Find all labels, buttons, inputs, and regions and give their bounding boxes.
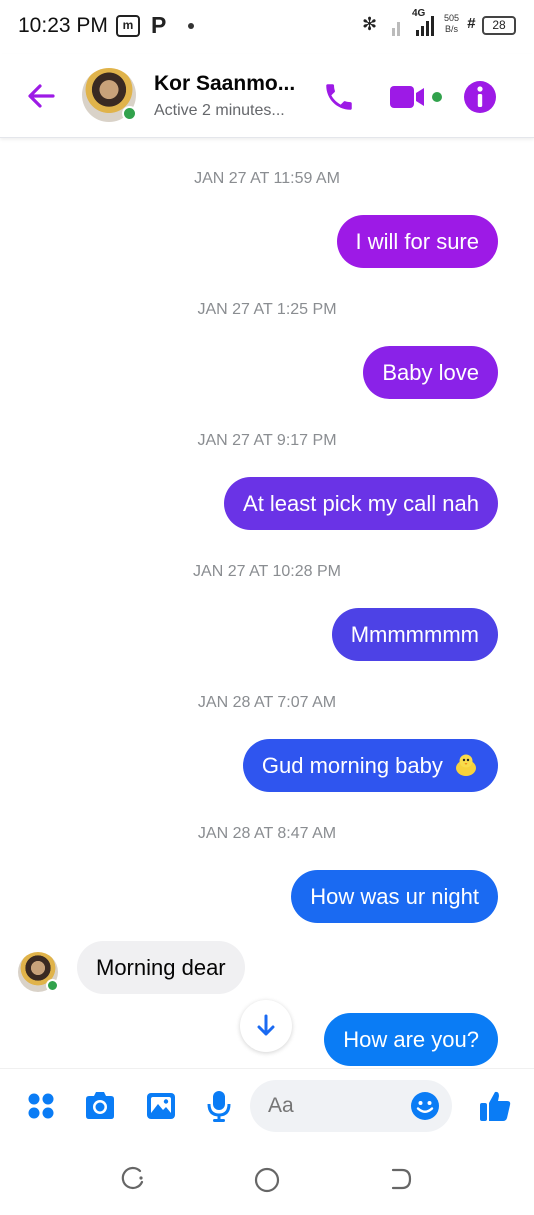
message-input-pill [250,1080,452,1132]
bluetooth-icon: ✻ [362,14,378,34]
gallery-icon[interactable] [145,1091,177,1121]
message-input[interactable] [268,1080,408,1132]
status-bar: 10:23 PM m P ✻ 4G 505 B/s # 28 [0,0,534,54]
emoji-icon[interactable] [410,1091,440,1121]
more-notifications-dot-icon [188,23,194,29]
video-camera-icon[interactable] [388,84,444,110]
outgoing-message[interactable]: Baby love [363,346,498,399]
system-navigation-bar [0,1146,534,1215]
camera-icon[interactable] [83,1091,117,1121]
outgoing-message[interactable]: How are you? [324,1013,498,1066]
microphone-icon[interactable] [205,1089,233,1123]
outgoing-message[interactable]: Gud morning baby [242,739,498,792]
scroll-to-bottom-button[interactable] [240,1000,292,1052]
arrow-down-icon [257,1014,275,1036]
thumbs-up-icon[interactable] [478,1089,512,1123]
parking-notification-icon: P [151,12,167,38]
info-icon[interactable] [463,80,497,114]
online-indicator [46,979,59,992]
outgoing-message[interactable]: At least pick my call nah [224,477,498,530]
message-timestamp: JAN 27 AT 1:25 PM [197,301,337,318]
hotspot-icon: # [467,15,476,32]
message-timestamp: JAN 27 AT 11:59 AM [194,170,340,187]
incoming-message[interactable]: Morning dear [77,941,245,994]
notification-app-icon: m [116,15,140,37]
outgoing-message[interactable]: How was ur night [291,870,498,923]
chat-header: Kor Saanmo... Active 2 minutes... [0,54,534,138]
online-indicator [122,106,137,121]
network-speed-unit: B/s [445,24,459,34]
contact-status: Active 2 minutes... [154,102,285,119]
contact-name[interactable]: Kor Saanmo... [154,72,295,96]
back-arrow-icon[interactable] [25,80,57,112]
network-speed: 505 B/s [444,13,459,35]
network-type-label: 4G [412,8,426,19]
message-timestamp: JAN 28 AT 7:07 AM [197,694,337,711]
network-speed-value: 505 [444,13,460,23]
contact-avatar[interactable] [82,68,137,122]
battery-icon: 28 [482,16,516,35]
apps-icon[interactable] [27,1092,55,1120]
message-composer [0,1068,534,1146]
message-text: Gud morning baby [261,753,443,778]
message-timestamp: JAN 27 AT 9:17 PM [197,432,337,449]
outgoing-message[interactable]: I will for sure [336,215,498,268]
outgoing-message[interactable]: Mmmmmmm [331,608,498,661]
message-timestamp: JAN 27 AT 10:28 PM [193,563,341,580]
status-time: 10:23 PM [18,14,108,37]
message-timestamp: JAN 28 AT 8:47 AM [197,825,337,842]
phone-icon[interactable] [322,80,356,114]
baby-chick-emoji-icon [456,754,476,777]
back-icon[interactable] [388,1166,414,1192]
home-icon[interactable] [253,1166,281,1194]
recents-icon[interactable] [120,1166,146,1192]
